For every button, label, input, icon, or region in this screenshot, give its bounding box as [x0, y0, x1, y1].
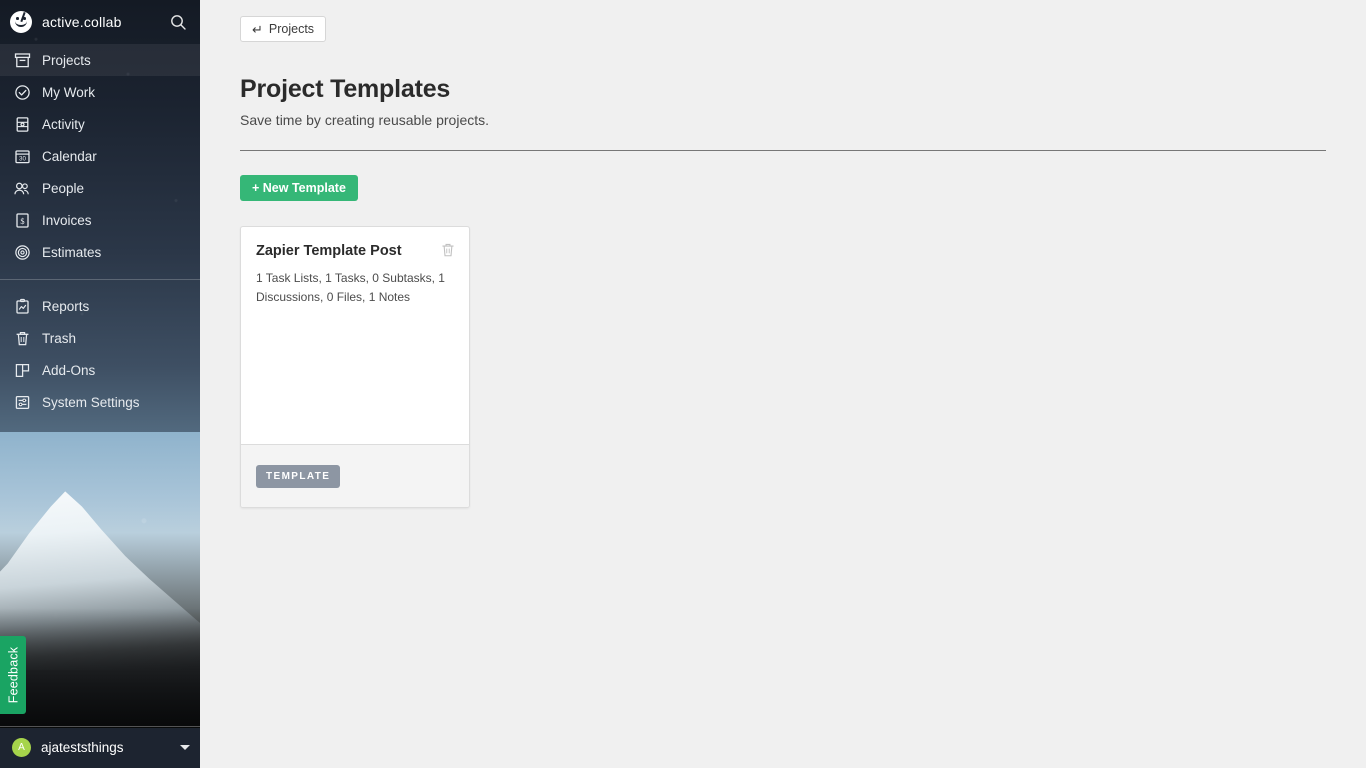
back-to-projects-button[interactable]: ↵ Projects	[240, 16, 327, 42]
template-card-footer: TEMPLATE	[241, 444, 469, 507]
svg-text:$: $	[20, 217, 24, 226]
user-name: ajateststhings	[41, 740, 124, 755]
sidebar-item-invoices[interactable]: $ Invoices	[0, 204, 200, 236]
header-divider	[240, 150, 1326, 151]
trash-icon	[12, 328, 32, 348]
target-circles-icon	[12, 242, 32, 262]
page-title: Project Templates	[240, 75, 451, 103]
sidebar-item-system-settings[interactable]: System Settings	[0, 386, 200, 418]
sidebar-item-label: Estimates	[42, 244, 102, 260]
template-card-body: Zapier Template Post 1 Task Lists, 1 Tas…	[241, 227, 469, 444]
sidebar-item-reports[interactable]: Reports	[0, 290, 200, 322]
template-meta: 1 Task Lists, 1 Tasks, 0 Subtasks, 1 Dis…	[256, 271, 445, 304]
sidebar-item-my-work[interactable]: My Work	[0, 76, 200, 108]
trash-icon[interactable]	[440, 242, 456, 258]
activecollab-smiley-logo-icon	[10, 11, 32, 33]
return-arrow-icon: ↵	[252, 21, 263, 37]
sidebar-item-label: My Work	[42, 84, 95, 100]
chevron-down-icon[interactable]	[180, 745, 190, 750]
sidebar-item-label: Trash	[42, 330, 77, 346]
sidebar-item-label: Projects	[42, 52, 91, 68]
sidebar-nav-secondary: Reports Trash Add-Ons System Settings	[0, 290, 200, 418]
activity-pulse-icon	[12, 114, 32, 134]
main-content: ↵ Projects Project Templates Save time b…	[200, 0, 1366, 768]
sidebar: active.collab Projects My Work Activity …	[0, 0, 200, 768]
sidebar-item-activity[interactable]: Activity	[0, 108, 200, 140]
dollar-document-icon: $	[12, 210, 32, 230]
sidebar-item-label: Add-Ons	[42, 362, 96, 378]
sidebar-item-label: Invoices	[42, 212, 92, 228]
sidebar-item-label: Calendar	[42, 148, 97, 164]
page-subtitle: Save time by creating reusable projects.	[240, 112, 490, 128]
sidebar-item-calendar[interactable]: 30 Calendar	[0, 140, 200, 172]
people-icon	[12, 178, 32, 198]
sidebar-item-projects[interactable]: Projects	[0, 44, 200, 76]
check-circle-icon	[12, 82, 32, 102]
new-template-button[interactable]: + New Template	[240, 175, 358, 201]
calendar-30-icon: 30	[12, 146, 32, 166]
search-icon[interactable]	[168, 12, 188, 32]
sidebar-nav-primary: Projects My Work Activity 30 Calendar Pe…	[0, 44, 200, 268]
sidebar-item-label: Reports	[42, 298, 90, 314]
sidebar-item-add-ons[interactable]: Add-Ons	[0, 354, 200, 386]
sidebar-item-label: People	[42, 180, 85, 196]
template-card[interactable]: Zapier Template Post 1 Task Lists, 1 Tas…	[240, 226, 470, 508]
sidebar-item-estimates[interactable]: Estimates	[0, 236, 200, 268]
sidebar-item-label: Activity	[42, 116, 85, 132]
back-button-label: Projects	[268, 22, 315, 36]
pages-stack-icon	[12, 360, 32, 380]
user-account-bar[interactable]: A ajateststhings	[0, 726, 200, 768]
sidebar-divider	[0, 279, 200, 280]
clipboard-chart-icon	[12, 296, 32, 316]
app-root: active.collab Projects My Work Activity …	[0, 0, 1366, 768]
avatar: A	[12, 738, 31, 757]
sidebar-item-people[interactable]: People	[0, 172, 200, 204]
template-title[interactable]: Zapier Template Post	[256, 243, 454, 260]
archive-box-icon	[12, 50, 32, 70]
brand-name: active.collab	[42, 14, 122, 30]
feedback-tab[interactable]: Feedback	[0, 636, 26, 714]
sliders-settings-icon	[12, 392, 32, 412]
feedback-label: Feedback	[6, 646, 20, 704]
templates-grid: Zapier Template Post 1 Task Lists, 1 Tas…	[240, 226, 1326, 508]
svg-text:30: 30	[19, 155, 26, 162]
brand-bar: active.collab	[0, 0, 200, 44]
status-badge: TEMPLATE	[256, 464, 341, 488]
sidebar-item-label: System Settings	[42, 394, 140, 410]
sidebar-item-trash[interactable]: Trash	[0, 322, 200, 354]
